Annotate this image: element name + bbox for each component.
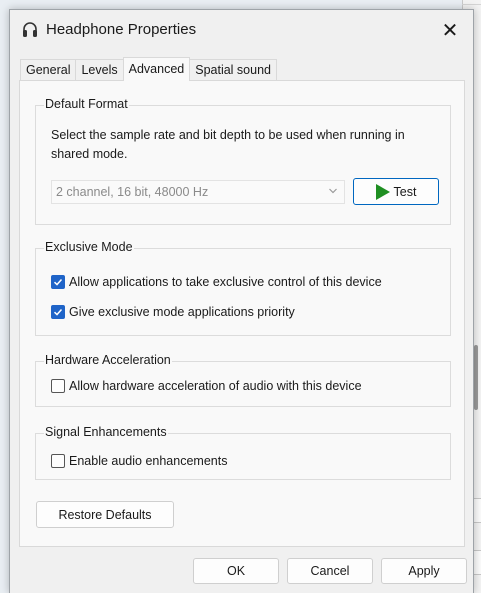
tab-levels[interactable]: Levels [75, 59, 124, 81]
background-scrollbar [474, 345, 478, 410]
close-icon: ✕ [441, 19, 459, 42]
headphone-properties-dialog: Headphone Properties ✕ General Levels Ad… [9, 9, 474, 593]
restore-defaults-button[interactable]: Restore Defaults [36, 501, 174, 528]
exclusive-priority-checkbox[interactable] [51, 305, 65, 319]
window-title: Headphone Properties [46, 21, 197, 38]
headphone-icon [22, 21, 38, 39]
tab-advanced[interactable]: Advanced [122, 57, 191, 81]
default-format-title: Default Format [44, 97, 129, 111]
advanced-tab-panel: Default Format Select the sample rate an… [19, 80, 465, 547]
audio-enhancements-label: Enable audio enhancements [69, 454, 228, 468]
exclusive-mode-title: Exclusive Mode [44, 240, 134, 254]
hardware-acceleration-group: Hardware Acceleration Allow hardware acc… [35, 353, 451, 407]
tab-spatial-sound[interactable]: Spatial sound [189, 59, 277, 81]
signal-enhancements-title: Signal Enhancements [44, 425, 168, 439]
checkmark-icon [53, 278, 63, 286]
signal-enhancements-group: Signal Enhancements Enable audio enhance… [35, 425, 451, 480]
apply-button[interactable]: Apply [381, 558, 467, 584]
tab-strip: General Levels Advanced Spatial sound [20, 57, 277, 81]
checkmark-icon [53, 308, 63, 316]
cancel-button[interactable]: Cancel [287, 558, 373, 584]
test-button-label: Test [393, 184, 417, 199]
hardware-acceleration-checkbox[interactable] [51, 379, 65, 393]
exclusive-control-checkbox[interactable] [51, 275, 65, 289]
close-button[interactable]: ✕ [427, 10, 473, 50]
background-window-edge [462, 4, 481, 5]
exclusive-priority-label: Give exclusive mode applications priorit… [69, 305, 295, 319]
exclusive-priority-checkbox-row[interactable]: Give exclusive mode applications priorit… [51, 305, 295, 319]
hardware-acceleration-checkbox-row[interactable]: Allow hardware acceleration of audio wit… [51, 379, 362, 393]
hardware-acceleration-title: Hardware Acceleration [44, 353, 172, 367]
title-bar[interactable]: Headphone Properties ✕ [10, 10, 473, 50]
default-format-group: Default Format Select the sample rate an… [35, 97, 451, 225]
play-icon [375, 183, 390, 200]
exclusive-control-label: Allow applications to take exclusive con… [69, 275, 382, 289]
chevron-down-icon [329, 188, 337, 194]
exclusive-mode-group: Exclusive Mode Allow applications to tak… [35, 240, 451, 336]
audio-enhancements-checkbox[interactable] [51, 454, 65, 468]
hardware-acceleration-label: Allow hardware acceleration of audio wit… [69, 379, 362, 393]
sample-format-value: 2 channel, 16 bit, 48000 Hz [56, 185, 209, 199]
test-button[interactable]: Test [353, 178, 439, 205]
sample-format-dropdown[interactable]: 2 channel, 16 bit, 48000 Hz [51, 180, 345, 204]
audio-enhancements-checkbox-row[interactable]: Enable audio enhancements [51, 454, 227, 468]
tab-general[interactable]: General [20, 59, 77, 81]
default-format-description: Select the sample rate and bit depth to … [51, 128, 405, 161]
exclusive-control-checkbox-row[interactable]: Allow applications to take exclusive con… [51, 275, 382, 289]
ok-button[interactable]: OK [193, 558, 279, 584]
